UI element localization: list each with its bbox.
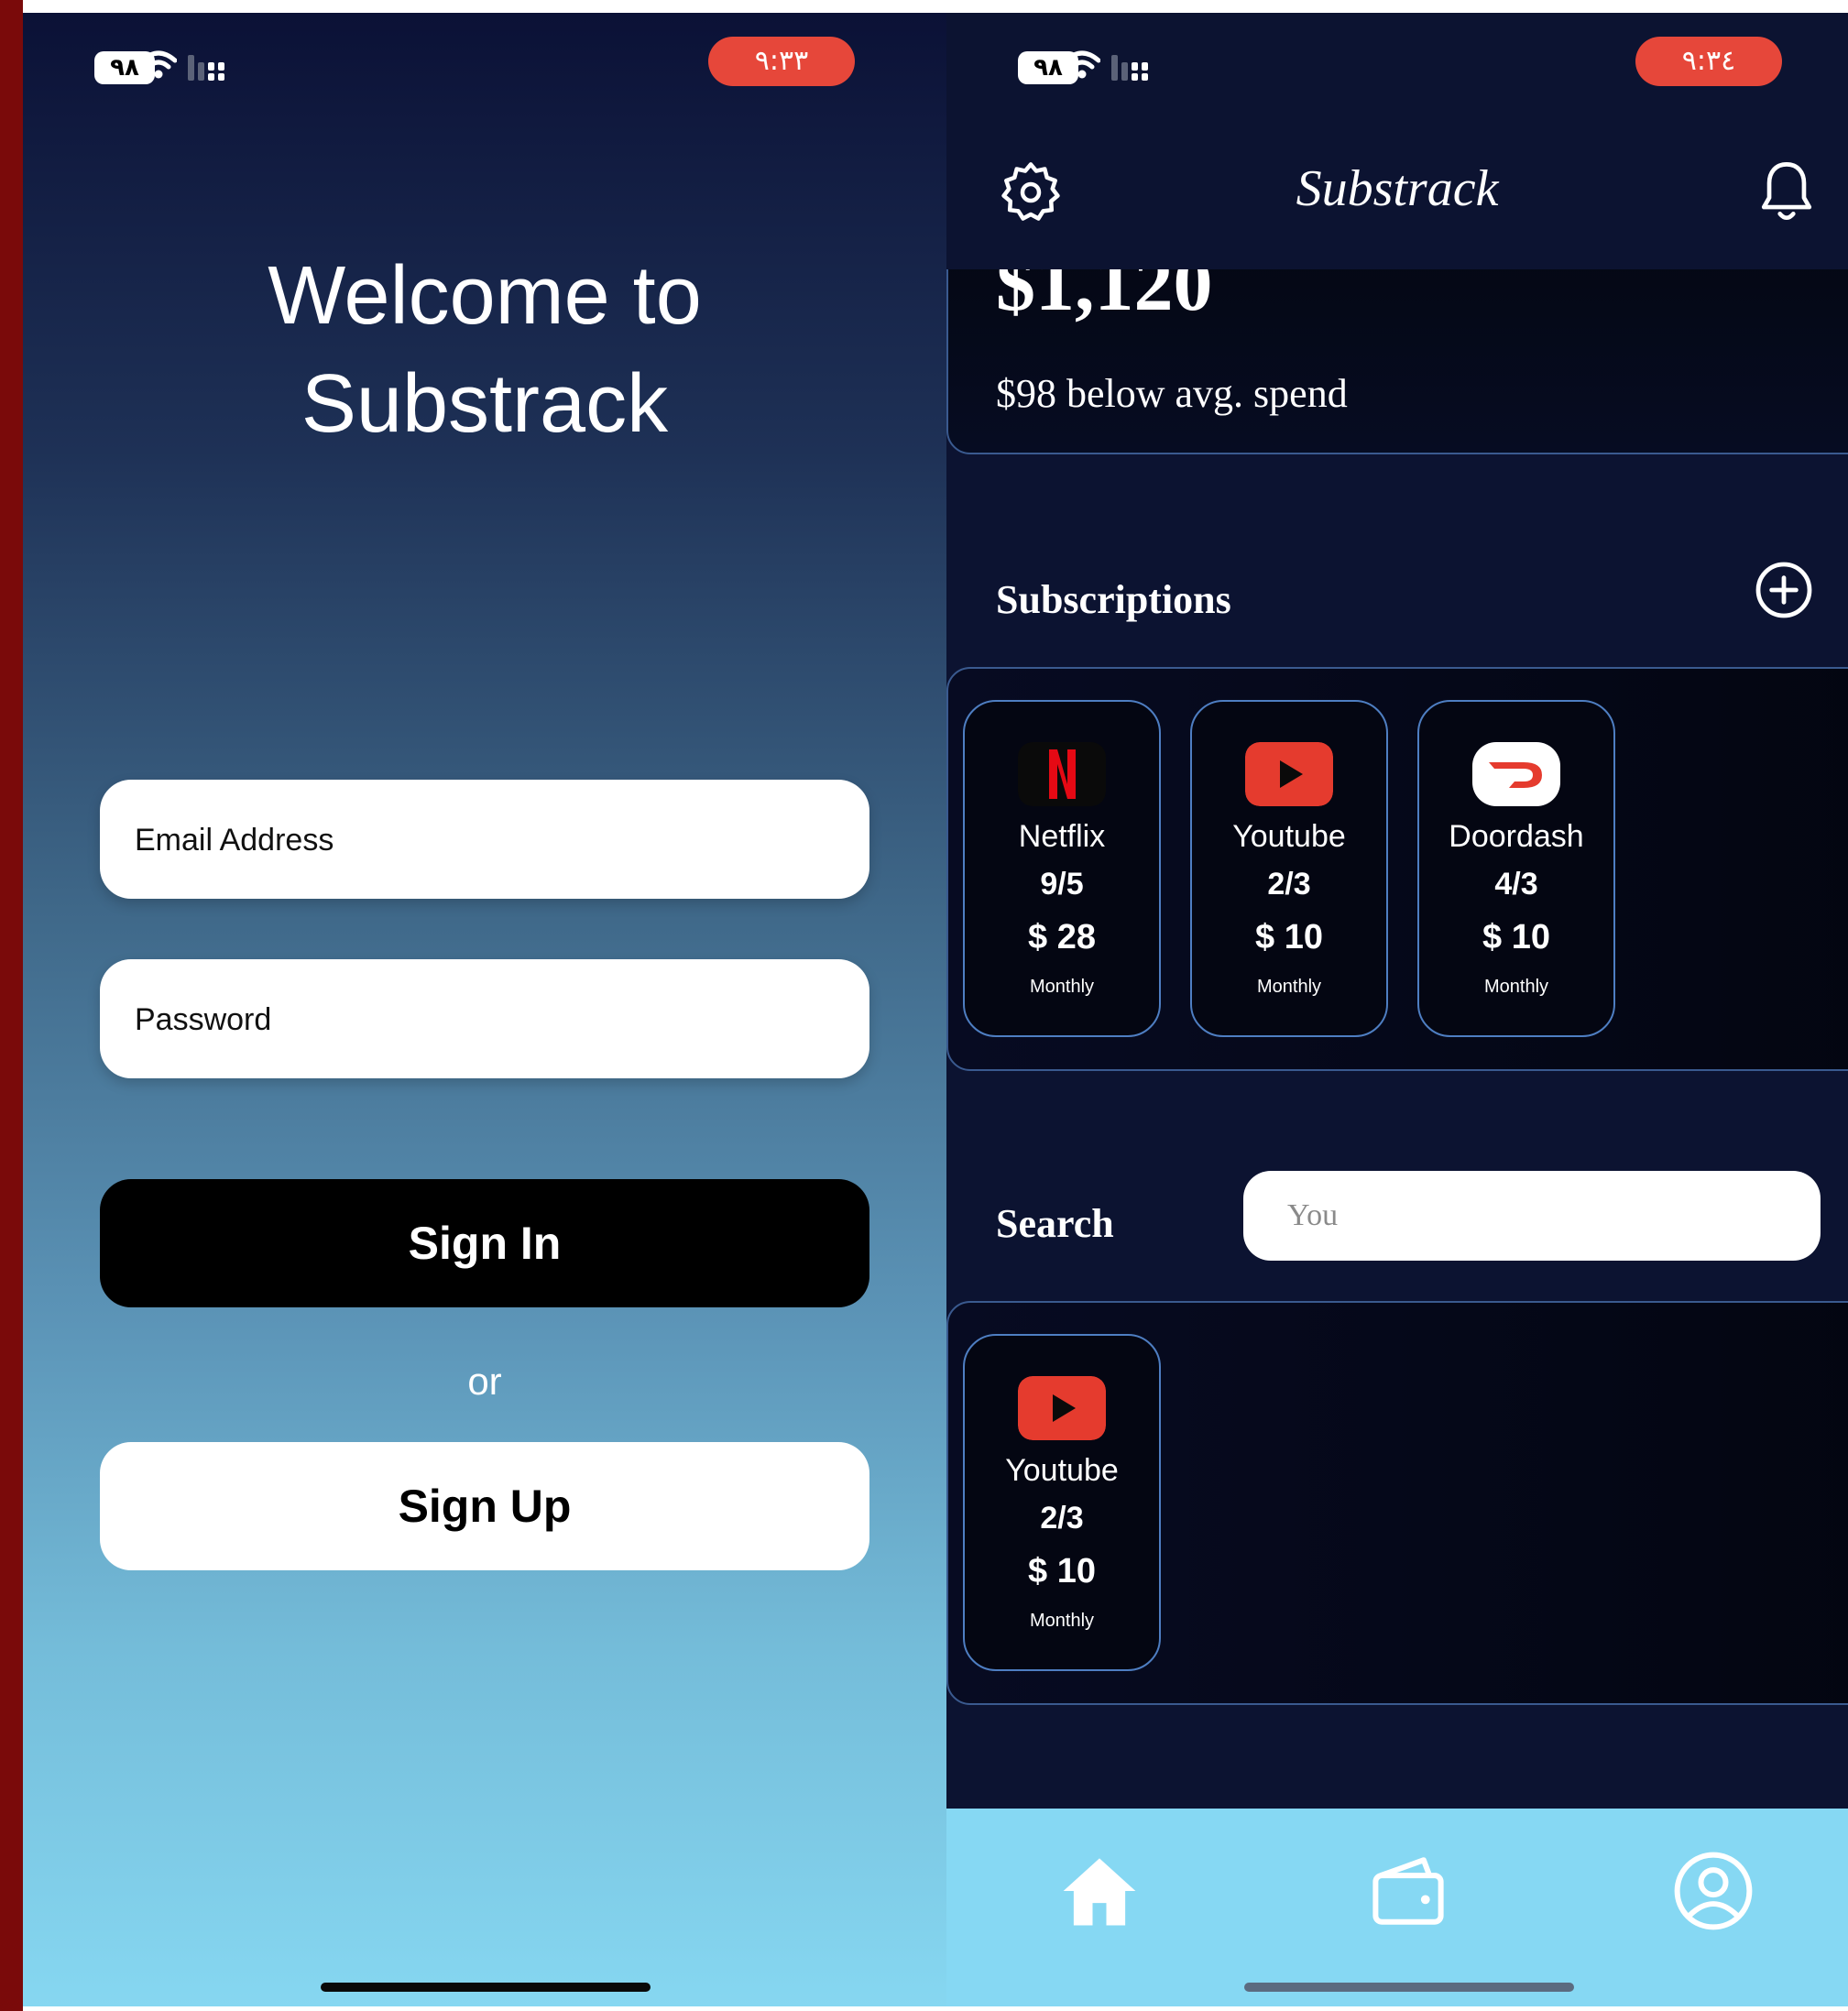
subscription-card-doordash[interactable]: Doordash 4/3 $ 10 Monthly (1417, 700, 1615, 1037)
subscription-date: 2/3 (1040, 1501, 1084, 1536)
frame-border (0, 0, 23, 2011)
subscription-date: 9/5 (1040, 867, 1084, 902)
profile-icon[interactable] (1672, 1850, 1755, 1932)
subscription-date: 2/3 (1267, 867, 1311, 902)
netflix-logo-icon (1018, 742, 1106, 806)
signal-icon (1111, 55, 1148, 81)
youtube-logo-icon (1018, 1376, 1106, 1440)
search-label: Search (996, 1201, 1114, 1246)
dashboard-screen: $1,120 $98 below avg. spend ٩٨ ٩:٣٤ Subs… (946, 13, 1848, 2006)
subscription-price: $ 28 (1028, 918, 1096, 956)
app-header: ٩٨ ٩:٣٤ (946, 13, 1848, 269)
email-field[interactable] (100, 780, 869, 901)
subscription-name: Netflix (1018, 819, 1106, 854)
home-icon[interactable] (1058, 1850, 1141, 1932)
subscription-price: $ 10 (1028, 1552, 1096, 1590)
search-input[interactable] (1243, 1171, 1821, 1261)
wifi-icon (1064, 50, 1100, 79)
wifi-icon (140, 50, 177, 79)
signin-screen: ٩٨ ٩:٣٣ Welcome to Substrack Sign In or … (23, 13, 946, 2006)
welcome-line-1: Welcome to (268, 250, 702, 342)
signin-button[interactable]: Sign In (100, 1179, 869, 1307)
subscription-cycle: Monthly (1256, 977, 1322, 997)
subscription-card-netflix[interactable]: Netflix 9/5 $ 28 Monthly (963, 700, 1161, 1037)
subscription-name: Youtube (1232, 819, 1346, 854)
subscription-date: 4/3 (1494, 867, 1538, 902)
subscription-card-youtube[interactable]: Youtube 2/3 $ 10 Monthly (1190, 700, 1388, 1037)
subscriptions-title: Subscriptions (996, 577, 1231, 622)
spend-comparison-text: $98 below avg. spend (996, 371, 1348, 416)
search-result-card-youtube[interactable]: Youtube 2/3 $ 10 Monthly (963, 1334, 1161, 1671)
welcome-line-2: Substrack (301, 358, 669, 450)
app-title: Substrack (1296, 160, 1499, 217)
subscription-name: Youtube (1005, 1453, 1119, 1488)
doordash-logo-icon (1472, 742, 1560, 806)
signal-icon (188, 55, 224, 81)
frame-bottom (23, 2006, 1848, 2011)
search-results-panel: Youtube 2/3 $ 10 Monthly (946, 1301, 1848, 1705)
subscription-name: Doordash (1449, 819, 1584, 854)
subscription-cycle: Monthly (1029, 1611, 1095, 1631)
email-input[interactable] (133, 780, 851, 901)
status-time: ٩:٣٤ (1635, 37, 1782, 86)
subscription-price: $ 10 (1482, 918, 1550, 956)
password-input[interactable] (133, 959, 851, 1080)
welcome-title: Welcome to Substrack (23, 242, 946, 458)
home-indicator (321, 1983, 651, 1992)
status-time: ٩:٣٣ (708, 37, 855, 86)
or-divider: or (467, 1360, 502, 1403)
signup-button[interactable]: Sign Up (100, 1442, 869, 1570)
wallet-icon[interactable] (1367, 1850, 1449, 1932)
youtube-logo-icon (1245, 742, 1333, 806)
home-indicator (1244, 1983, 1574, 1992)
subscription-cycle: Monthly (1029, 977, 1095, 997)
subscriptions-panel: Netflix 9/5 $ 28 Monthly Youtube 2/3 $ 1… (946, 667, 1848, 1071)
subscription-cycle: Monthly (1483, 977, 1549, 997)
frame-top (23, 0, 1848, 13)
subscription-price: $ 10 (1255, 918, 1323, 956)
add-subscription-icon[interactable] (1755, 561, 1813, 619)
password-field[interactable] (100, 959, 869, 1080)
